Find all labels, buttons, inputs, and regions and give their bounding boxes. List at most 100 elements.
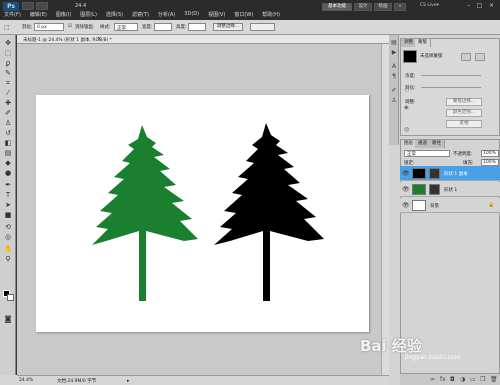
height-input[interactable]	[188, 23, 206, 31]
density-slider[interactable]	[421, 75, 481, 76]
brush-panel-icon[interactable]: ✐	[390, 87, 398, 94]
3d-camera-tool-icon[interactable]: ◎	[3, 233, 13, 241]
layer-row[interactable]: 👁 形状 1	[400, 182, 500, 197]
bridge-button[interactable]	[22, 2, 34, 10]
menu-window[interactable]: 窗口(W)	[234, 11, 253, 18]
selection-icon[interactable]: ◌	[404, 86, 412, 93]
eraser-tool-icon[interactable]: ◧	[3, 139, 13, 147]
quick-select-tool-icon[interactable]: ✎	[3, 69, 13, 77]
mini-bridge-button[interactable]	[36, 2, 48, 10]
refine-edge-button[interactable]: 调整边缘...	[213, 23, 243, 31]
vector-mask-button[interactable]	[475, 53, 485, 61]
menu-edit[interactable]: 编辑(E)	[30, 11, 47, 18]
opacity-input[interactable]: 100%	[481, 150, 499, 157]
new-layer-icon[interactable]: ❐	[480, 376, 485, 383]
zoom-tool-icon[interactable]: ⚲	[3, 255, 13, 263]
adjustment-icon[interactable]: ◑	[460, 376, 465, 383]
maximize-icon[interactable]: □	[475, 2, 484, 10]
actions-panel-icon[interactable]: ▶	[390, 49, 398, 56]
mask-edge-button[interactable]: 蒙版边缘...	[446, 98, 482, 106]
history-panel-icon[interactable]: ▤	[390, 39, 398, 46]
quick-mask-icon[interactable]: ◙	[3, 315, 13, 323]
stamp-tool-icon[interactable]: ♙	[3, 119, 13, 127]
layer-name: 形状 1 副本	[444, 172, 468, 177]
lasso-tool-icon[interactable]: ϼ	[3, 59, 13, 67]
workspace-painting[interactable]: 绘画	[374, 3, 392, 11]
gradient-tool-icon[interactable]: ▤	[3, 149, 13, 157]
menu-file[interactable]: 文件(F)	[4, 11, 21, 18]
workspace-more[interactable]: »	[394, 3, 406, 11]
zoom-level-dropdown[interactable]: 24.4	[75, 3, 86, 9]
mask-load-icon[interactable]: ◎	[404, 126, 412, 133]
menu-filter[interactable]: 滤镜(T)	[132, 11, 149, 18]
character-panel-icon[interactable]: A	[390, 63, 398, 70]
color-range-button[interactable]: 颜色范围...	[446, 109, 482, 117]
menu-image[interactable]: 图像(I)	[56, 11, 71, 18]
tab-paths[interactable]: 路径	[429, 140, 445, 148]
marquee-tool-icon[interactable]: ⬚	[4, 24, 10, 31]
workspace-essentials[interactable]: 基本功能	[322, 3, 352, 11]
style-select[interactable]: 正常	[114, 23, 138, 31]
link-icon[interactable]: ∞	[430, 376, 435, 383]
blend-mode-select[interactable]: 正常	[404, 150, 450, 157]
watermark-url: jingyan.baidu.com	[405, 354, 461, 361]
pen-tool-icon[interactable]: ✒	[3, 181, 13, 189]
dodge-tool-icon[interactable]: ●	[3, 169, 13, 177]
brush-tool-icon[interactable]: ✐	[3, 109, 13, 117]
layer-row[interactable]: 👁 背景 🔒	[400, 198, 500, 213]
layer-name: 形状 1	[444, 188, 458, 193]
layer-row[interactable]: 👁 形状 1 副本	[400, 166, 500, 181]
folder-icon[interactable]: ▭	[470, 376, 476, 383]
path-select-tool-icon[interactable]: ➤	[3, 201, 13, 209]
invert-button[interactable]: 反相	[446, 120, 482, 128]
clone-source-panel-icon[interactable]: ♙	[390, 97, 398, 104]
vertical-scrollbar[interactable]	[381, 44, 389, 375]
options-extra-button[interactable]	[250, 23, 275, 31]
menu-3d[interactable]: 3D(D)	[184, 11, 199, 18]
blur-tool-icon[interactable]: ◆	[3, 159, 13, 167]
width-input[interactable]	[154, 23, 172, 31]
menu-layer[interactable]: 图层(L)	[80, 11, 97, 18]
pixel-mask-button[interactable]	[461, 53, 471, 61]
minimize-icon[interactable]: –	[464, 2, 473, 10]
status-bar: 24.4% 文档:24.9M/0 字节 ▸	[17, 375, 389, 385]
mask-icon[interactable]: ◘	[450, 376, 455, 383]
type-tool-icon[interactable]: T	[3, 191, 13, 199]
shape-tool-icon[interactable]: ■	[3, 211, 13, 219]
trash-icon[interactable]: 🗑	[490, 376, 498, 383]
workspace-design[interactable]: 设计	[354, 3, 372, 11]
tab-masks[interactable]: 蒙版	[415, 39, 431, 47]
canvas[interactable]	[36, 95, 369, 332]
healing-brush-icon[interactable]: ✚	[3, 99, 13, 107]
fill-input[interactable]: 100%	[481, 159, 499, 166]
background-color-swatch[interactable]	[7, 294, 14, 301]
feather-input[interactable]: 0 px	[34, 23, 64, 31]
status-zoom[interactable]: 24.4%	[19, 378, 33, 383]
mask-feather-slider[interactable]	[421, 87, 481, 88]
menu-view[interactable]: 视图(V)	[208, 11, 225, 18]
eye-icon[interactable]: 👁	[402, 186, 410, 193]
3d-rotate-tool-icon[interactable]: ⟲	[3, 223, 13, 231]
antialias-checkbox[interactable]: ☑	[68, 24, 72, 29]
hand-tool-icon[interactable]: ✋	[3, 245, 13, 253]
tools-panel: ✥ ⬚ ϼ ✎ ⌗ ⁄ ✚ ✐ ♙ ↺ ◧ ▤ ◆ ● ✒ T ➤ ■ ⟲ ◎ …	[0, 35, 16, 385]
mask-apply-icon[interactable]: ◈	[404, 104, 412, 111]
marquee-tool-icon[interactable]: ⬚	[3, 49, 13, 57]
eyedropper-tool-icon[interactable]: ⁄	[3, 89, 13, 97]
eye-icon[interactable]: 👁	[402, 202, 410, 209]
document-tab[interactable]: 未标题-1 @ 24.4% (形状 1 副本, RGB/8) * ×	[17, 35, 389, 44]
status-arrow-icon[interactable]: ▸	[127, 378, 130, 384]
eye-icon[interactable]: 👁	[402, 170, 410, 177]
move-tool-icon[interactable]: ✥	[3, 39, 13, 47]
menu-select[interactable]: 选择(S)	[106, 11, 123, 18]
close-tab-icon[interactable]: ×	[97, 36, 101, 42]
canvas-artwork	[92, 123, 324, 301]
menu-help[interactable]: 帮助(H)	[262, 11, 280, 18]
fx-icon[interactable]: fx	[440, 376, 446, 383]
close-icon[interactable]: ×	[487, 2, 496, 10]
history-brush-icon[interactable]: ↺	[3, 129, 13, 137]
crop-tool-icon[interactable]: ⌗	[3, 79, 13, 87]
paragraph-panel-icon[interactable]: ¶	[390, 73, 398, 80]
cs-live-button[interactable]: CS Live▾	[420, 3, 439, 8]
menu-analysis[interactable]: 分析(A)	[158, 11, 175, 18]
